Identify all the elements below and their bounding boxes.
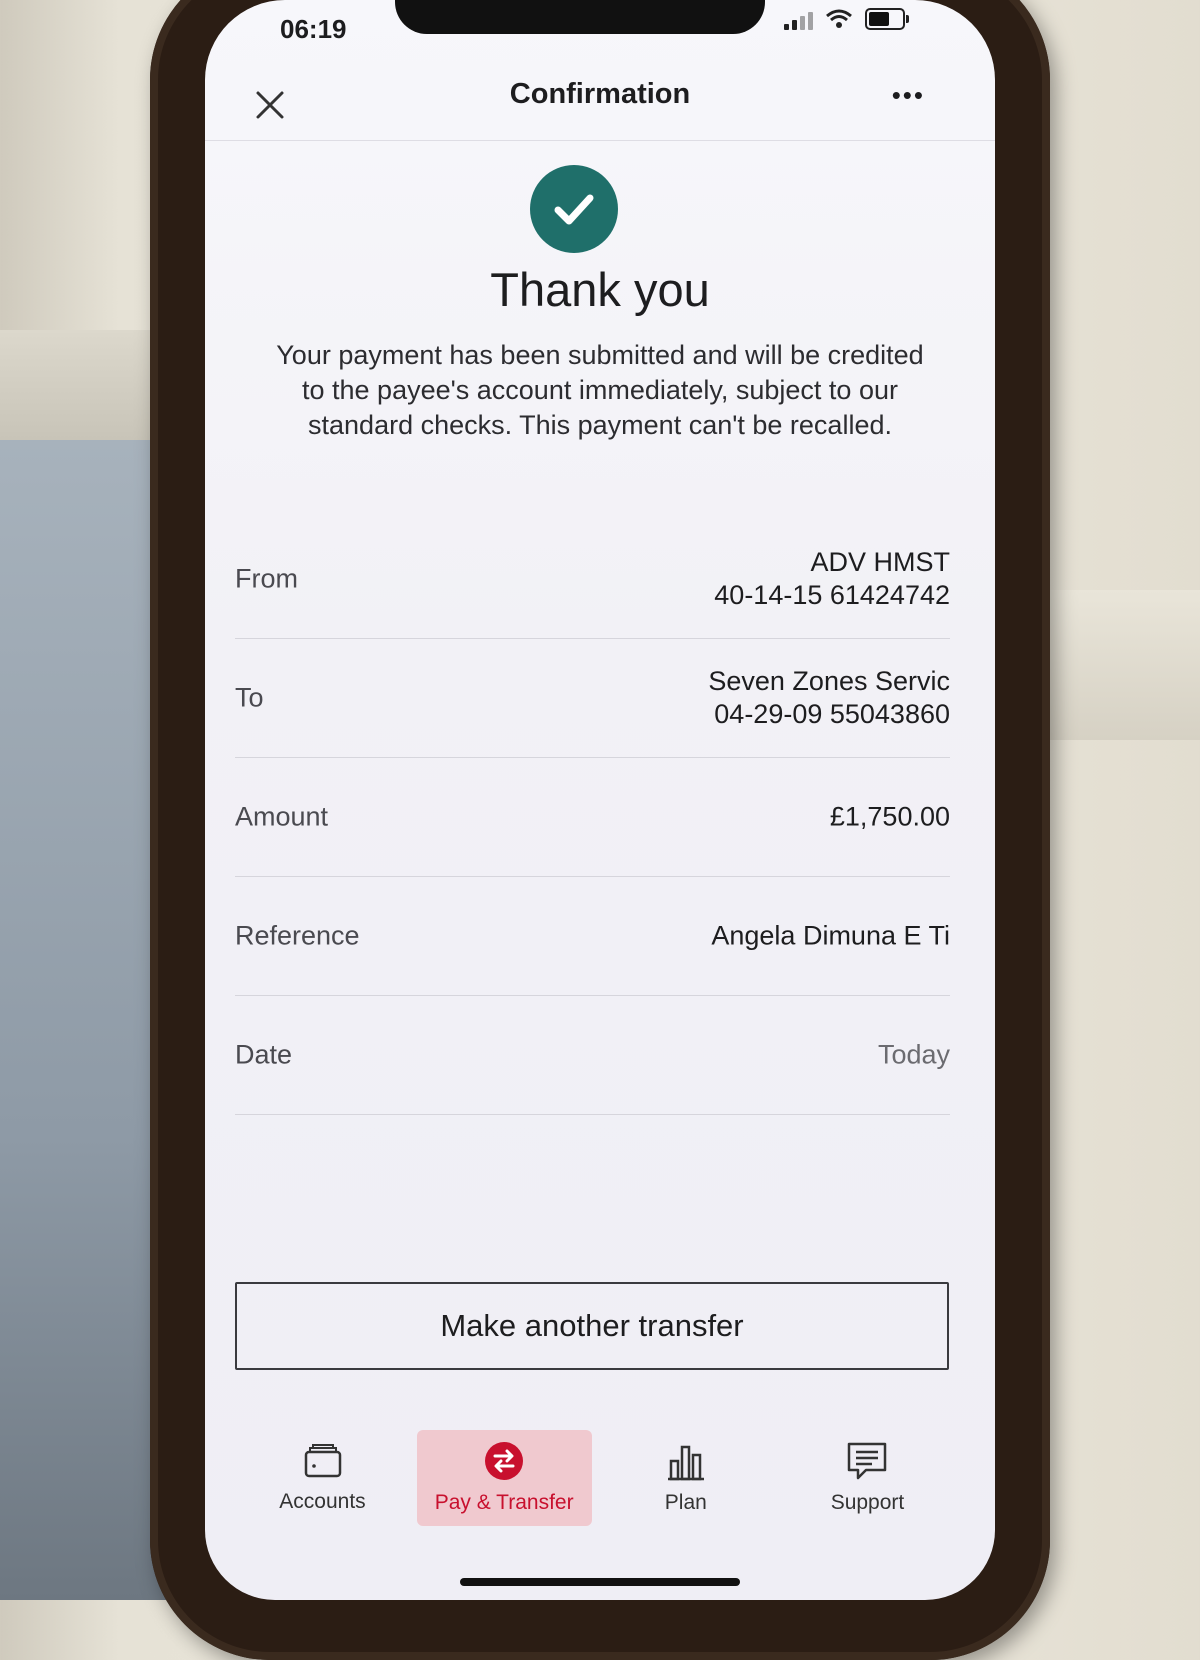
to-label: To xyxy=(235,682,264,713)
tab-pay-transfer[interactable]: Pay & Transfer xyxy=(416,1430,592,1526)
status-icons xyxy=(784,8,909,30)
wallet-icon xyxy=(303,1442,343,1480)
tab-accounts[interactable]: Accounts xyxy=(235,1430,410,1526)
tab-support[interactable]: Support xyxy=(780,1430,955,1526)
to-account: 04-29-09 55043860 xyxy=(714,699,950,729)
detail-row-amount: Amount £1,750.00 xyxy=(235,758,950,877)
success-check-icon xyxy=(530,165,618,253)
detail-row-date: Date Today xyxy=(235,996,950,1115)
tab-plan[interactable]: Plan xyxy=(598,1430,773,1526)
confirmation-message: Your payment has been submitted and will… xyxy=(276,340,924,440)
from-value: ADV HMST 40-14-15 61424742 xyxy=(714,546,950,612)
notch xyxy=(395,0,765,34)
from-account: 40-14-15 61424742 xyxy=(714,580,950,610)
home-indicator xyxy=(460,1578,740,1586)
date-value: Today xyxy=(877,1039,950,1070)
reference-value: Angela Dimuna E Ti xyxy=(711,920,950,951)
checkmark-icon xyxy=(554,194,594,225)
tab-label-accounts: Accounts xyxy=(279,1490,366,1513)
page-title: Confirmation xyxy=(509,78,691,110)
bar-chart-icon xyxy=(665,1441,707,1481)
detail-row-from: From ADV HMST 40-14-15 61424742 xyxy=(235,520,950,639)
amount-label: Amount xyxy=(235,801,329,832)
signal-icon xyxy=(784,8,813,30)
phone-screen: 06:19 Confirmation ••• Thank you Your pa… xyxy=(205,0,995,1600)
tab-bar: Accounts Pay & Transfer Plan Support xyxy=(235,1430,955,1530)
header: Confirmation ••• xyxy=(205,60,995,141)
from-label: From xyxy=(235,563,298,594)
tab-label-plan: Plan xyxy=(664,1491,707,1514)
tab-label-pay-transfer: Pay & Transfer xyxy=(434,1491,574,1514)
detail-row-to: To Seven Zones Servic 04-29-09 55043860 xyxy=(235,639,950,758)
to-name: Seven Zones Servic xyxy=(708,666,950,696)
battery-icon xyxy=(865,8,909,30)
more-options-button[interactable]: ••• xyxy=(892,80,925,111)
tab-label-support: Support xyxy=(830,1491,905,1514)
detail-row-reference: Reference Angela Dimuna E Ti xyxy=(235,877,950,996)
to-value: Seven Zones Servic 04-29-09 55043860 xyxy=(708,665,950,731)
status-time: 06:19 xyxy=(280,14,347,44)
chat-icon xyxy=(846,1441,888,1481)
transfer-icon xyxy=(484,1441,524,1481)
from-name: ADV HMST xyxy=(810,547,950,577)
make-another-transfer-button[interactable]: Make another transfer xyxy=(235,1282,949,1370)
amount-value: £1,750.00 xyxy=(829,801,950,832)
wifi-icon xyxy=(826,9,852,28)
payment-details: From ADV HMST 40-14-15 61424742 To Seven… xyxy=(235,520,950,1115)
reference-label: Reference xyxy=(235,920,360,951)
date-label: Date xyxy=(235,1039,293,1070)
confirmation-title: Thank you xyxy=(490,263,710,316)
